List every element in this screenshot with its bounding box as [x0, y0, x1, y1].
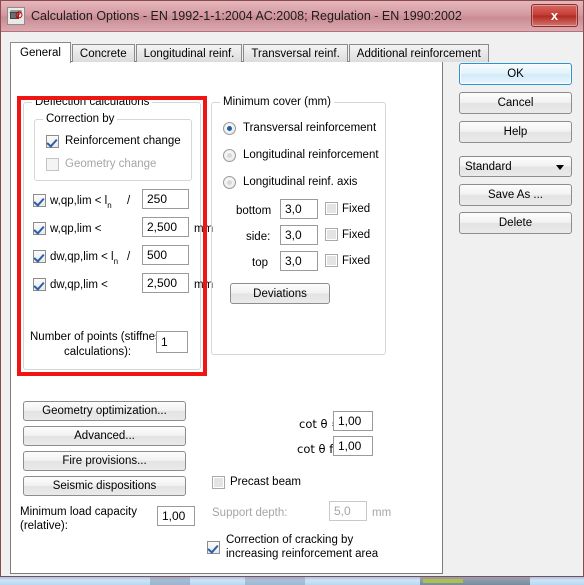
- correction-by-title: Correction by: [43, 113, 118, 125]
- label-precast-beam: Precast beam: [230, 476, 301, 488]
- label-w-qp-lim-ln: w,qp,lim < ln: [50, 195, 112, 210]
- label-number-of-points-line2: calculations):: [64, 346, 132, 358]
- input-cot-theta-f[interactable]: 1,00: [333, 436, 373, 456]
- label-dw-qp-lim: dw,qp,lim <: [50, 279, 108, 291]
- correction-by-group: Correction by Reinforcement change Geome…: [34, 113, 192, 181]
- seismic-dispositions-button[interactable]: Seismic dispositions: [23, 476, 186, 496]
- taskbar-highlight: [423, 579, 463, 583]
- label-number-of-points-line1: Number of points (stiffness: [30, 331, 167, 343]
- checkbox-reinforcement-change[interactable]: [46, 135, 59, 148]
- deflection-group-title: Deflection calculations: [32, 96, 153, 108]
- tab-strip: General Concrete Longitudinal reinf. Tra…: [10, 41, 490, 63]
- taskbar-segment: [245, 577, 305, 585]
- close-button[interactable]: x: [531, 4, 578, 27]
- input-support-depth[interactable]: 5,0: [329, 501, 367, 521]
- input-cover-side[interactable]: 3,0: [280, 225, 318, 245]
- radio-transversal-reinforcement[interactable]: [223, 122, 236, 135]
- label-min-load-capacity-line2: (relative):: [20, 520, 68, 532]
- label-dw-qp-lim-ln: dw,qp,lim < ln: [50, 251, 119, 266]
- desktop-taskbar: [0, 577, 584, 585]
- deflection-calculations-group: Deflection calculations Correction by Re…: [23, 96, 213, 370]
- checkbox-correction-of-cracking[interactable]: [207, 541, 220, 554]
- screenshot-root: ∅ Calculation Options - EN 1992-1-1:2004…: [0, 0, 584, 585]
- minimum-cover-group: Minimum cover (mm) Transversal reinforce…: [211, 96, 386, 355]
- checkbox-dw-qp-lim[interactable]: [33, 278, 46, 291]
- app-box-icon: ∅: [7, 7, 25, 25]
- label-correction-of-cracking-line1: Correction of cracking by: [226, 534, 354, 546]
- input-cover-bottom[interactable]: 3,0: [280, 199, 318, 219]
- ok-button[interactable]: OK: [459, 63, 572, 85]
- checkbox-cover-side-fixed[interactable]: [325, 228, 338, 241]
- checkbox-geometry-change[interactable]: [46, 158, 59, 171]
- checkbox-w-qp-lim[interactable]: [33, 222, 46, 235]
- unit-support-depth: mm: [372, 507, 392, 519]
- tab-transversal-reinf[interactable]: Transversal reinf.: [243, 44, 348, 62]
- checkbox-cover-top-fixed[interactable]: [325, 254, 338, 267]
- profile-selected-value: Standard: [465, 160, 512, 173]
- checkbox-precast-beam[interactable]: [212, 476, 225, 489]
- input-w-qp-lim-ln[interactable]: 250: [142, 189, 189, 209]
- window-titlebar: ∅ Calculation Options - EN 1992-1-1:2004…: [1, 1, 583, 32]
- label-cover-bottom-fixed: Fixed: [342, 203, 371, 215]
- label-longitudinal-reinf-axis: Longitudinal reinf. axis: [243, 176, 358, 188]
- label-slash-2: /: [127, 251, 131, 263]
- window-title: Calculation Options - EN 1992-1-1:2004 A…: [31, 9, 462, 23]
- label-geometry-change: Geometry change: [65, 158, 157, 170]
- label-cover-top: top: [252, 257, 268, 269]
- checkbox-dw-qp-lim-ln[interactable]: [33, 250, 46, 263]
- profile-combobox[interactable]: Standard: [459, 156, 572, 177]
- save-as-button[interactable]: Save As ...: [459, 184, 572, 206]
- advanced-button[interactable]: Advanced...: [23, 426, 186, 446]
- window-client-area: General Concrete Longitudinal reinf. Tra…: [1, 32, 583, 576]
- checkbox-w-qp-lim-ln[interactable]: [33, 194, 46, 207]
- tab-longitudinal-reinf[interactable]: Longitudinal reinf.: [135, 44, 243, 62]
- tab-page-general: Deflection calculations Correction by Re…: [10, 61, 443, 574]
- tab-additional-reinforcement[interactable]: Additional reinforcement: [348, 44, 489, 62]
- label-cover-top-fixed: Fixed: [342, 255, 371, 267]
- fire-provisions-button[interactable]: Fire provisions...: [23, 451, 186, 471]
- label-w-qp-lim: w,qp,lim <: [50, 223, 102, 235]
- tab-concrete[interactable]: Concrete: [71, 44, 135, 62]
- calculation-options-window: ∅ Calculation Options - EN 1992-1-1:2004…: [0, 0, 584, 577]
- geometry-optimization-button[interactable]: Geometry optimization...: [23, 401, 186, 421]
- label-reinforcement-change: Reinforcement change: [65, 135, 181, 147]
- label-transversal-reinforcement: Transversal reinforcement: [243, 122, 377, 134]
- label-cover-bottom: bottom: [236, 205, 272, 217]
- label-min-load-capacity-line1: Minimum load capacity: [20, 506, 137, 518]
- checkbox-cover-bottom-fixed[interactable]: [325, 202, 338, 215]
- chevron-down-icon: [556, 164, 564, 170]
- cancel-button[interactable]: Cancel: [459, 92, 572, 114]
- minimum-cover-title: Minimum cover (mm): [220, 96, 334, 108]
- input-cover-top[interactable]: 3,0: [280, 251, 318, 271]
- label-support-depth: Support depth:: [212, 507, 288, 519]
- help-button[interactable]: Help: [459, 121, 572, 143]
- input-dw-qp-lim-ln[interactable]: 500: [142, 245, 189, 265]
- label-correction-of-cracking-line2: increasing reinforcement area: [226, 548, 379, 560]
- tab-general[interactable]: General: [10, 42, 71, 63]
- deviations-button[interactable]: Deviations: [230, 283, 330, 304]
- label-slash-1: /: [127, 195, 131, 207]
- input-cot-theta[interactable]: 1,00: [333, 411, 373, 431]
- label-cover-side: side:: [246, 231, 271, 243]
- delete-button[interactable]: Delete: [459, 212, 572, 234]
- label-longitudinal-reinforcement: Longitudinal reinforcement: [243, 149, 379, 161]
- radio-longitudinal-reinf-axis[interactable]: [223, 176, 236, 189]
- radio-longitudinal-reinforcement[interactable]: [223, 149, 236, 162]
- input-dw-qp-lim[interactable]: 2,500: [142, 273, 189, 293]
- taskbar-segment: [150, 577, 190, 585]
- input-min-load-capacity[interactable]: 1,00: [157, 506, 195, 526]
- label-cover-side-fixed: Fixed: [342, 229, 371, 241]
- input-number-of-points[interactable]: 1: [156, 331, 188, 353]
- input-w-qp-lim[interactable]: 2,500: [142, 217, 189, 237]
